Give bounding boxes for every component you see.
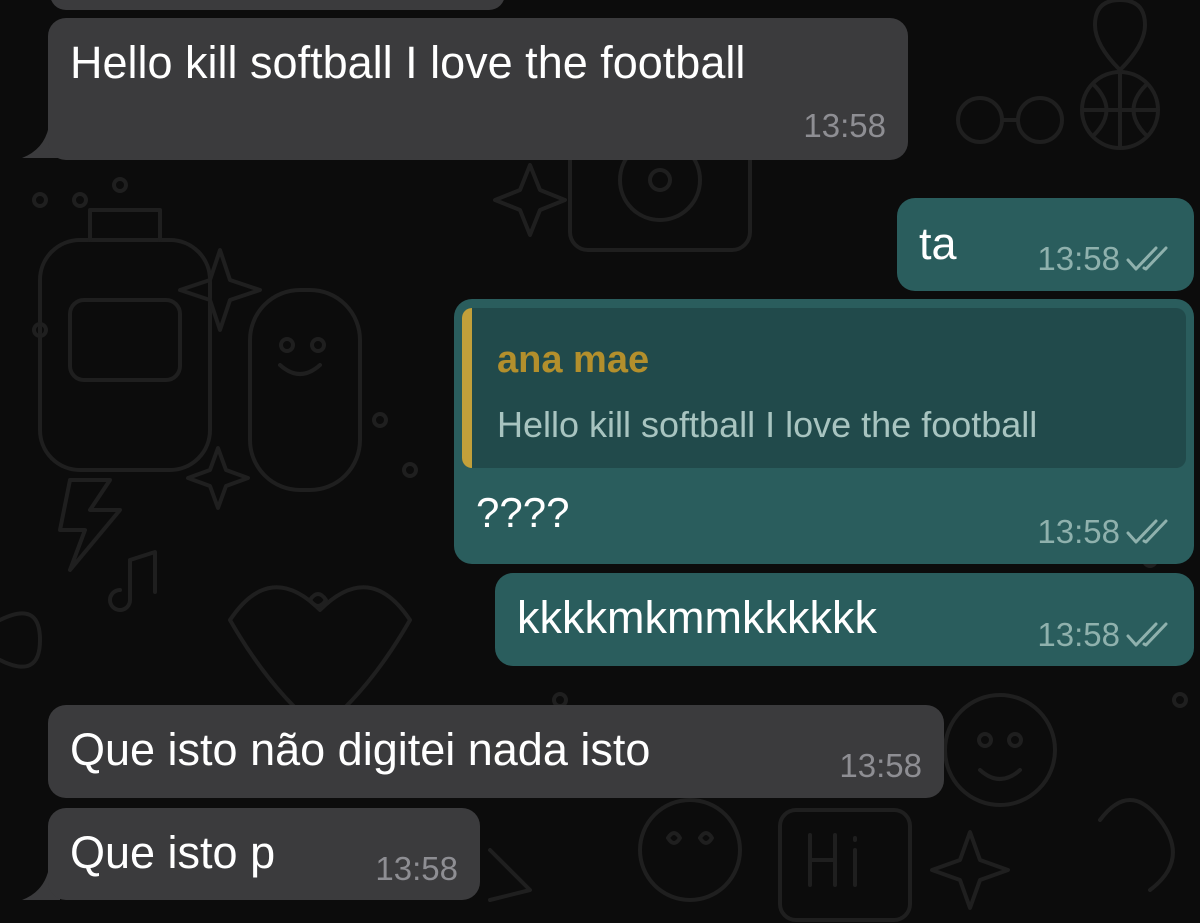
message-meta: 13:58	[803, 109, 886, 142]
quote-accent-bar	[462, 308, 472, 468]
quote-author: ana mae	[497, 339, 650, 381]
message-text: ????	[476, 489, 570, 536]
quote-text: Hello kill softball I love the football	[497, 404, 1038, 445]
message-text: Que isto p	[70, 827, 276, 878]
message-time: 13:58	[1037, 616, 1120, 653]
quoted-message[interactable]: ana mae Hello kill softball I love the f…	[462, 308, 1186, 468]
message-meta: 13:58	[1037, 618, 1172, 651]
message-text: kkkkmkmmkkkkkk	[517, 592, 877, 643]
message-bubble-outgoing[interactable]: ta 13:58	[897, 198, 1194, 291]
message-bubble-outgoing[interactable]: kkkkmkmmkkkkkk 13:58	[495, 573, 1194, 666]
double-check-icon	[1126, 246, 1168, 270]
message-time: 13:58	[803, 107, 886, 144]
double-check-icon	[1126, 622, 1168, 646]
message-bubble-incoming[interactable]: Que isto não digitei nada isto 13:58	[48, 705, 944, 798]
message-meta: 13:58	[839, 749, 922, 782]
message-meta: 13:58	[1037, 242, 1172, 275]
message-text: ta	[919, 218, 957, 269]
message-text: Que isto não digitei nada isto	[70, 724, 651, 775]
message-bubble-incoming[interactable]: Que isto p 13:58	[48, 808, 480, 900]
double-check-icon	[1126, 519, 1168, 543]
message-text: Hello kill softball I love the football	[70, 37, 746, 88]
message-time: 13:58	[375, 850, 458, 887]
message-meta: 13:58	[375, 852, 458, 885]
previous-message-bubble	[50, 0, 505, 10]
message-time: 13:58	[1037, 240, 1120, 277]
message-bubble-outgoing-reply[interactable]: ana mae Hello kill softball I love the f…	[454, 299, 1194, 564]
message-meta: 13:58	[1037, 515, 1172, 548]
message-time: 13:58	[1037, 513, 1120, 550]
message-time: 13:58	[839, 747, 922, 784]
message-bubble-incoming[interactable]: Hello kill softball I love the football …	[48, 18, 908, 160]
